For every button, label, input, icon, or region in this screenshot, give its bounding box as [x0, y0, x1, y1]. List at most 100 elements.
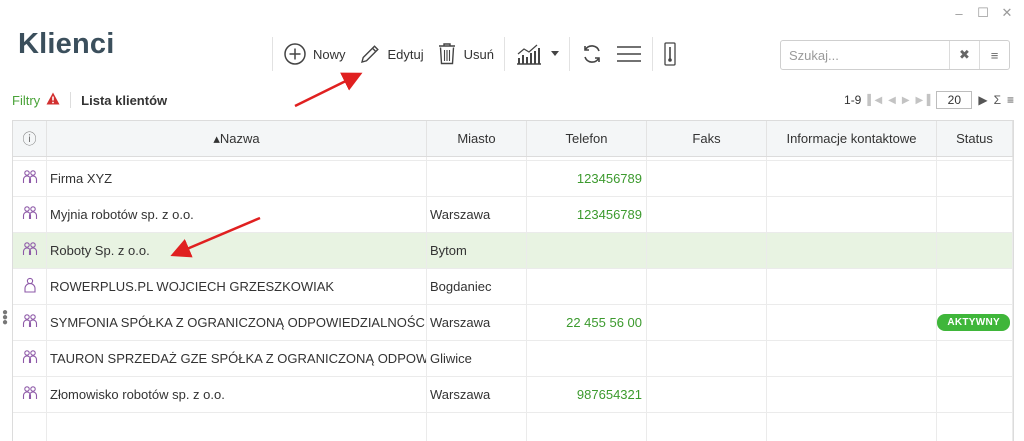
sum-icon[interactable]: Σ	[994, 93, 1001, 107]
status-cell	[937, 377, 1013, 412]
minimize-button[interactable]: –	[950, 4, 968, 22]
name-cell[interactable]: ROWERPLUS.PL WOJCIECH GRZESZKOWIAK	[47, 269, 427, 304]
name-cell[interactable]: TAURON SPRZEDAŻ GZE SPÓŁKA Z OGRANICZONĄ…	[47, 341, 427, 376]
delete-button[interactable]: Usuń	[430, 36, 500, 72]
refresh-button[interactable]	[574, 36, 610, 72]
columns-menu-icon[interactable]: ≡	[1007, 93, 1014, 107]
fax-cell	[647, 305, 767, 340]
trash-icon	[436, 41, 458, 67]
prev-page-icon[interactable]: ◀	[888, 95, 896, 106]
first-page-icon[interactable]: ▌◀	[867, 95, 882, 106]
export-button[interactable]	[657, 36, 683, 72]
fax-cell	[647, 161, 767, 196]
resize-handle[interactable]: ● ● ●	[2, 308, 8, 328]
city-cell: Gliwice	[427, 341, 527, 376]
row-type-cell	[13, 341, 47, 376]
clear-search-button[interactable]: ✖	[949, 41, 979, 69]
clients-table: ⓘ ▴Nazwa Miasto Telefon Faks Informacje …	[12, 120, 1014, 441]
status-cell: AKTYWNY	[937, 305, 1013, 340]
name-cell[interactable]: Myjnia robotów sp. z o.o.	[47, 197, 427, 232]
plus-circle-icon	[283, 42, 307, 66]
status-badge: AKTYWNY	[937, 314, 1010, 331]
next-page-icon[interactable]: ▶	[902, 95, 910, 106]
chart-dropdown-button[interactable]	[509, 36, 565, 72]
table-row[interactable]: Firma XYZ 123456789	[13, 161, 1013, 197]
list-subbar: Filtry Lista klientów 1-9 ▌◀ ◀ ▶ ▶▐ 20 ▶…	[12, 90, 1014, 110]
toolbar-divider	[504, 37, 506, 71]
toolbar-divider	[272, 37, 273, 71]
column-header-city[interactable]: Miasto	[427, 121, 527, 156]
search-menu-button[interactable]: ≡	[979, 41, 1009, 69]
phone-cell[interactable]: 22 455 56 00	[527, 305, 647, 340]
group-icon	[21, 240, 39, 261]
table-body: Firma XYZ 123456789 Myjnia robotów sp. z o…	[13, 161, 1013, 413]
list-title: Lista klientów	[81, 92, 168, 108]
row-type-cell	[13, 161, 47, 196]
name-cell[interactable]: Roboty Sp. z o.o.	[47, 233, 427, 268]
column-header-name[interactable]: ▴Nazwa	[47, 121, 427, 156]
pager-range: 1-9	[844, 93, 862, 107]
hamburger-icon	[616, 43, 642, 65]
new-button[interactable]: Nowy	[277, 36, 352, 72]
group-icon	[21, 348, 39, 369]
chevron-down-icon	[551, 51, 560, 57]
page-title: Klienci	[18, 28, 115, 60]
contact-cell	[767, 197, 937, 232]
info-icon: ⓘ	[22, 130, 37, 147]
name-cell[interactable]: Firma XYZ	[47, 161, 427, 196]
row-type-cell	[13, 269, 47, 304]
table-row[interactable]: Roboty Sp. z o.o. Bytom	[13, 233, 1013, 269]
table-row[interactable]: SYMFONIA SPÓŁKA Z OGRANICZONĄ ODPOWIEDZI…	[13, 305, 1013, 341]
row-type-cell	[13, 305, 47, 340]
city-cell: Warszawa	[427, 377, 527, 412]
table-row[interactable]: Złomowisko robotów sp. z o.o. Warszawa 987…	[13, 377, 1013, 413]
table-row-empty	[13, 413, 1013, 441]
filters-label: Filtry	[12, 92, 41, 108]
column-header-contact[interactable]: Informacje kontaktowe	[767, 121, 937, 156]
contact-cell	[767, 233, 937, 268]
group-icon	[21, 168, 39, 189]
menu-button[interactable]	[610, 36, 648, 72]
pager: 1-9 ▌◀ ◀ ▶ ▶▐ 20 ▶ Σ ≡	[844, 90, 1014, 110]
phone-cell[interactable]: 987654321	[527, 377, 647, 412]
edit-button[interactable]: Edytuj	[352, 36, 430, 72]
row-type-cell	[13, 197, 47, 232]
group-icon	[21, 312, 39, 333]
fax-cell	[647, 269, 767, 304]
table-row[interactable]: Myjnia robotów sp. z o.o. Warszawa 1234567…	[13, 197, 1013, 233]
search-box: ✖ ≡	[780, 40, 1010, 70]
row-type-cell	[13, 377, 47, 412]
phone-cell[interactable]: 123456789	[527, 197, 647, 232]
column-header-fax[interactable]: Faks	[647, 121, 767, 156]
table-row[interactable]: ROWERPLUS.PL WOJCIECH GRZESZKOWIAK Bogdan…	[13, 269, 1013, 305]
search-input[interactable]	[781, 41, 949, 69]
status-cell	[937, 341, 1013, 376]
toolbar-divider	[652, 37, 654, 71]
contact-cell	[767, 305, 937, 340]
column-header-status[interactable]: Status	[937, 121, 1013, 156]
column-header-phone[interactable]: Telefon	[527, 121, 647, 156]
contact-cell	[767, 269, 937, 304]
phone-cell[interactable]: 123456789	[527, 161, 647, 196]
fax-cell	[647, 377, 767, 412]
phone-cell[interactable]	[527, 233, 647, 268]
phone-cell[interactable]	[527, 341, 647, 376]
close-button[interactable]: ✕	[998, 4, 1016, 22]
fax-cell	[647, 197, 767, 232]
name-cell[interactable]: Złomowisko robotów sp. z o.o.	[47, 377, 427, 412]
window-controls: – ☐ ✕	[950, 4, 1016, 22]
filters-link[interactable]: Filtry	[12, 92, 60, 108]
table-header: ⓘ ▴Nazwa Miasto Telefon Faks Informacje …	[13, 121, 1013, 157]
phone-cell[interactable]	[527, 269, 647, 304]
last-page-icon[interactable]: ▶▐	[916, 95, 931, 106]
subbar-divider	[70, 92, 72, 108]
page-size-input[interactable]: 20	[936, 91, 973, 109]
group-icon	[21, 204, 39, 225]
pencil-icon	[358, 42, 382, 66]
name-cell[interactable]: SYMFONIA SPÓŁKA Z OGRANICZONĄ ODPOWIEDZI…	[47, 305, 427, 340]
column-header-info[interactable]: ⓘ	[13, 121, 47, 156]
page-size-dropdown-icon[interactable]: ▶	[978, 93, 987, 107]
maximize-button[interactable]: ☐	[974, 4, 992, 22]
table-row[interactable]: TAURON SPRZEDAŻ GZE SPÓŁKA Z OGRANICZONĄ…	[13, 341, 1013, 377]
person-icon	[21, 276, 39, 297]
